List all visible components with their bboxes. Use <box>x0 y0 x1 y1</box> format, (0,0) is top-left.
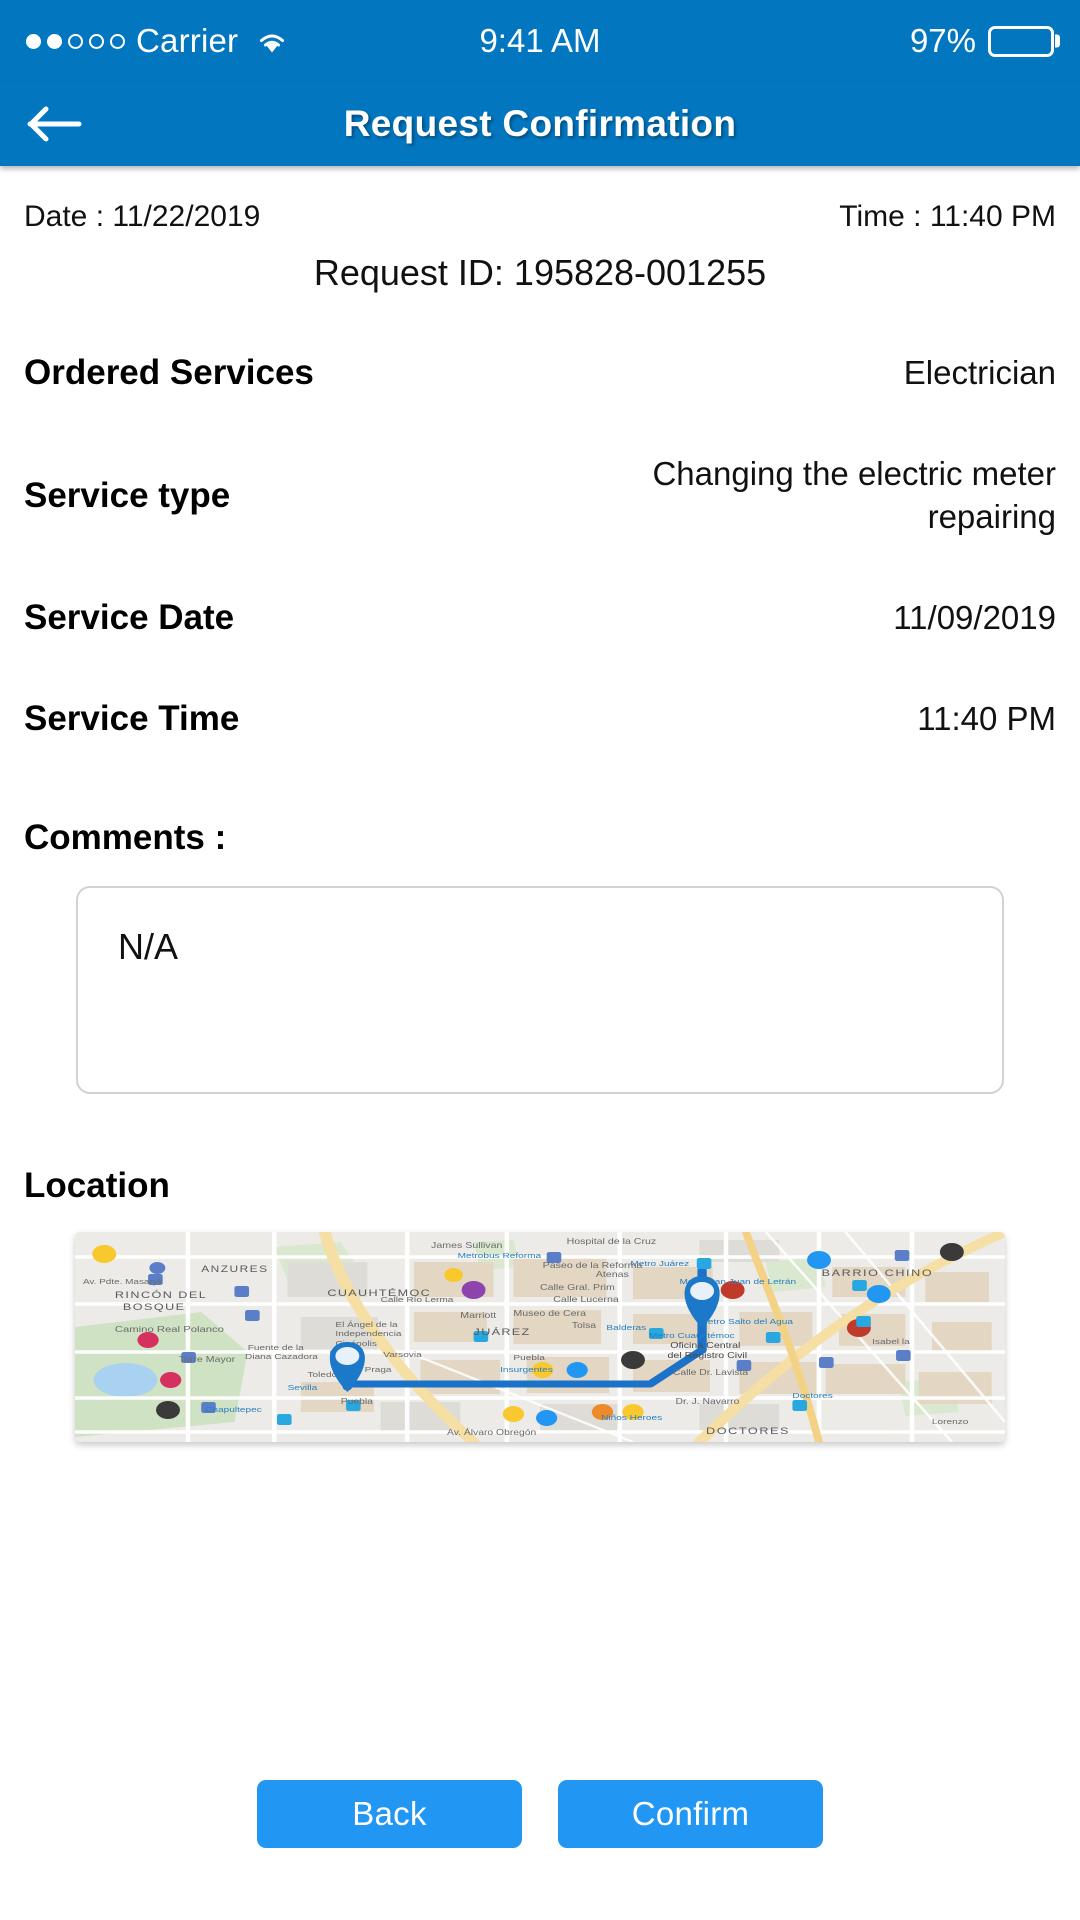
navigation-bar: Request Confirmation <box>0 82 1080 166</box>
detail-value: 11/09/2019 <box>893 598 1056 636</box>
svg-text:Av. Pdte. Masaryk: Av. Pdte. Masaryk <box>83 1278 163 1287</box>
svg-text:RINCÓN DEL: RINCÓN DEL <box>115 1290 207 1301</box>
battery-percent-label: 97% <box>909 22 976 59</box>
svg-text:Toledo: Toledo <box>308 1371 338 1380</box>
svg-text:Paseo de la Reforma: Paseo de la Reforma <box>543 1261 644 1270</box>
svg-text:del Registro Civil: del Registro Civil <box>668 1351 748 1360</box>
svg-text:Metrobus Reforma: Metrobus Reforma <box>458 1252 542 1261</box>
detail-value: Electrician <box>903 354 1056 391</box>
battery-icon <box>988 25 1060 57</box>
svg-text:Isabel la: Isabel la <box>872 1338 910 1347</box>
svg-text:Independencia: Independencia <box>335 1330 401 1339</box>
detail-label: Service type <box>24 475 231 515</box>
svg-text:Balderas: Balderas <box>606 1324 646 1333</box>
svg-text:Calle Lucerna: Calle Lucerna <box>553 1295 619 1304</box>
svg-text:Av. Álvaro Obregón: Av. Álvaro Obregón <box>447 1429 536 1438</box>
page-title: Request Confirmation <box>343 103 737 144</box>
svg-text:Doctores: Doctores <box>792 1392 833 1401</box>
svg-text:El Ángel de la: El Ángel de la <box>335 1321 397 1330</box>
back-button[interactable]: Back <box>257 1780 522 1848</box>
svg-text:DOCTORES: DOCTORES <box>706 1427 790 1437</box>
svg-text:Lorenzo: Lorenzo <box>932 1418 968 1427</box>
signal-strength-icon <box>26 33 125 49</box>
status-bar: Carrier 9:41 AM 97% <box>0 0 1080 82</box>
detail-label: Service Time <box>24 699 240 738</box>
svg-text:Atenas: Atenas <box>596 1270 629 1279</box>
wifi-icon <box>255 28 289 54</box>
svg-text:Fuente de la: Fuente de la <box>248 1344 304 1353</box>
svg-text:Chapultepec: Chapultepec <box>205 1406 262 1415</box>
svg-text:Metro Cuauhtémoc: Metro Cuauhtémoc <box>649 1332 735 1341</box>
svg-text:Praga: Praga <box>365 1366 392 1375</box>
svg-text:Niños Heroes: Niños Heroes <box>601 1414 663 1423</box>
svg-text:Camino Real Polanco: Camino Real Polanco <box>115 1326 225 1335</box>
detail-label: Service Date <box>24 598 235 638</box>
detail-row-service-time: Service Time 11:40 PM <box>24 698 1056 741</box>
time-label: Time : <box>839 200 922 233</box>
back-arrow-icon[interactable] <box>0 82 110 166</box>
svg-text:Tolsa: Tolsa <box>572 1322 597 1331</box>
svg-text:Dr. J. Navarro: Dr. J. Navarro <box>676 1398 740 1407</box>
request-id: Request ID: 195828-001255 <box>313 252 767 293</box>
svg-text:BARRIO CHINO: BARRIO CHINO <box>822 1269 934 1279</box>
svg-text:Calle Gral. Prim: Calle Gral. Prim <box>540 1283 615 1292</box>
meta-row: Date : 11/22/2019 Time : 11:40 PM <box>24 200 1056 234</box>
svg-text:Museo de Cera: Museo de Cera <box>513 1309 586 1318</box>
svg-text:James Sullivan: James Sullivan <box>431 1241 502 1250</box>
action-button-row: Back Confirm <box>0 1780 1080 1848</box>
svg-text:BOSQUE: BOSQUE <box>123 1303 186 1313</box>
map-image: ANZURES RINCÓN DEL BOSQUE CUAUHTÉMOC JUÁ… <box>75 1232 1005 1443</box>
svg-text:Varsovia: Varsovia <box>383 1351 422 1360</box>
detail-value: 11:40 PM <box>917 699 1056 737</box>
detail-row-service-type: Service type Changing the electric meter… <box>24 453 1056 539</box>
svg-text:Metro Salto del Agua: Metro Salto del Agua <box>699 1318 793 1327</box>
svg-text:Puebla: Puebla <box>513 1354 544 1363</box>
svg-text:Insurgentes: Insurgentes <box>500 1366 553 1375</box>
time-field: Time : 11:40 PM <box>839 200 1056 234</box>
svg-text:Hospital de la Cruz: Hospital de la Cruz <box>567 1237 657 1246</box>
detail-label: Ordered Services <box>24 353 314 393</box>
detail-row-service-date: Service Date 11/09/2019 <box>24 597 1056 640</box>
carrier-label: Carrier <box>136 22 239 59</box>
date-value: 11/22/2019 <box>112 200 261 233</box>
date-label: Date : <box>24 200 105 233</box>
svg-text:ANZURES: ANZURES <box>201 1265 268 1275</box>
content-area: Date : 11/22/2019 Time : 11:40 PM Reques… <box>0 200 1080 1443</box>
comments-value: N/A <box>118 926 179 968</box>
svg-text:Oficina Central: Oficina Central <box>670 1341 740 1350</box>
svg-text:Torre Mayor: Torre Mayor <box>179 1355 236 1364</box>
detail-row-ordered-services: Ordered Services Electrician <box>24 352 1056 395</box>
status-bar-right: 97% <box>909 22 1060 60</box>
detail-value: Changing the electric meter repairing <box>652 454 1056 535</box>
svg-text:Sevilla: Sevilla <box>288 1384 318 1393</box>
svg-text:Calle Río Lerma: Calle Río Lerma <box>381 1296 454 1305</box>
svg-text:Puebla: Puebla <box>341 1398 374 1407</box>
location-label: Location <box>24 1166 170 1206</box>
comments-label: Comments : <box>24 818 227 858</box>
date-field: Date : 11/22/2019 <box>24 200 260 234</box>
svg-text:JUÁREZ: JUÁREZ <box>474 1327 531 1338</box>
svg-text:Diana Cazadora: Diana Cazadora <box>245 1353 318 1362</box>
comments-input[interactable]: N/A <box>76 886 1004 1095</box>
map-preview[interactable]: ANZURES RINCÓN DEL BOSQUE CUAUHTÉMOC JUÁ… <box>75 1232 1005 1443</box>
svg-text:Calle Dr. Lavista: Calle Dr. Lavista <box>673 1369 749 1378</box>
status-bar-left: Carrier <box>26 22 289 60</box>
app-screen: Carrier 9:41 AM 97% Request Confirmation… <box>0 0 1080 1920</box>
svg-text:Marriott: Marriott <box>460 1311 496 1320</box>
confirm-button[interactable]: Confirm <box>558 1780 823 1848</box>
time-value: 11:40 PM <box>929 200 1056 233</box>
